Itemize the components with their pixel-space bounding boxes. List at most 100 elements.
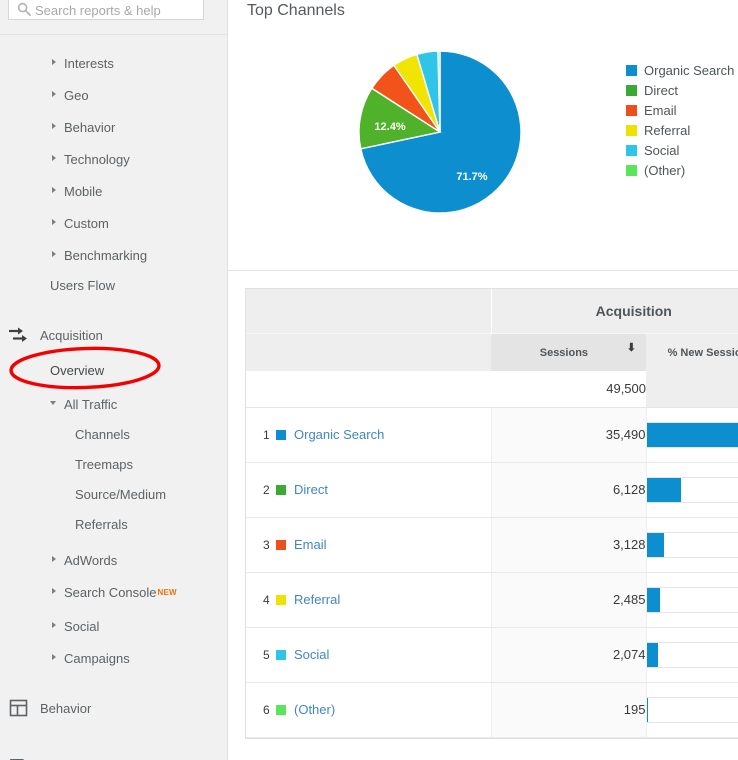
row-dimension-link[interactable]: Referral (294, 592, 340, 607)
row-dimension-link[interactable]: Organic Search (294, 427, 384, 442)
behavior-layout-icon (8, 699, 30, 717)
sidebar-item-label: Behavior (64, 119, 116, 135)
sidebar-item-label: Channels (75, 426, 130, 442)
top-channels-pie-chart: 71.7% 12.4% (358, 50, 522, 214)
sidebar-item-behavior-audience[interactable]: Behavior (0, 111, 227, 143)
legend-label: (Other) (644, 162, 686, 178)
chevron-right-icon (50, 186, 59, 195)
channels-data-table: Acquisition Sessions ⬇ % New Sessions (246, 289, 738, 738)
table-row: 4 Referral 2,485 (246, 572, 738, 628)
legend-item[interactable]: (Other) (626, 160, 734, 180)
chevron-down-icon (50, 399, 59, 408)
table-row: 3 Email 3,128 (246, 517, 738, 573)
row-color-swatch (276, 484, 286, 495)
sidebar-item-referrals[interactable]: Referrals (0, 508, 227, 540)
sidebar-item-label: Technology (64, 151, 130, 167)
sidebar-item-label: Users Flow (50, 277, 116, 293)
group-header-label: Acquisition (595, 302, 672, 319)
row-bar-track (646, 641, 738, 668)
row-sessions-value: 6,128 (490, 462, 647, 518)
row-dimension-cell: 3 Email (246, 517, 491, 573)
row-new-sessions-cell (646, 627, 738, 683)
sidebar-item-search-console[interactable]: Search Console NEW (0, 576, 227, 608)
group-header-acquisition: Acquisition (491, 289, 738, 333)
legend-item[interactable]: Direct (626, 80, 734, 100)
sidebar-item-geo[interactable]: Geo (0, 79, 227, 111)
chevron-right-icon (50, 90, 59, 99)
sidebar-item-social[interactable]: Social (0, 610, 227, 642)
sidebar-item-campaigns[interactable]: Campaigns (0, 642, 227, 674)
row-bar-track (646, 696, 738, 723)
row-bar-track (646, 421, 738, 448)
sidebar-item-overview[interactable]: Overview (0, 354, 227, 386)
row-color-swatch (276, 594, 286, 605)
row-color-swatch (276, 429, 286, 440)
table-row: 2 Direct 6,128 (246, 462, 738, 518)
sort-descending-icon[interactable]: ⬇ (627, 343, 636, 354)
left-sidebar-nav: Interests Geo Behavior Technology Mobile… (0, 0, 228, 760)
row-dimension-link[interactable]: Email (294, 537, 327, 552)
row-dimension-link[interactable]: (Other) (294, 702, 335, 717)
pie-legend: Organic Search Direct Email Referral Soc… (626, 60, 734, 180)
row-dimension-link[interactable]: Social (294, 647, 329, 662)
row-bar-track (646, 586, 738, 613)
chevron-right-icon (50, 218, 59, 227)
row-color-swatch (276, 704, 286, 715)
sidebar-item-label: Search Console (64, 584, 157, 600)
card-title: Top Channels (247, 2, 345, 19)
row-sessions-value: 195 (490, 682, 647, 738)
sidebar-item-interests[interactable]: Interests (0, 47, 227, 79)
legend-swatch-organic-search (626, 64, 637, 76)
search-input[interactable] (35, 1, 199, 19)
row-new-sessions-cell (646, 682, 738, 738)
column-header-new-sessions[interactable]: % New Sessions (646, 332, 738, 371)
sidebar-item-custom[interactable]: Custom (0, 207, 227, 239)
analytics-report-page: Interests Geo Behavior Technology Mobile… (0, 0, 738, 760)
legend-item[interactable]: Referral (626, 120, 734, 140)
sidebar-item-channels[interactable]: Channels (0, 418, 227, 450)
table-row: 1 Organic Search 35,490 (246, 407, 738, 463)
legend-swatch-referral (626, 124, 637, 136)
row-bar-fill (646, 477, 681, 502)
sidebar-item-adwords[interactable]: AdWords (0, 544, 227, 576)
row-bar-fill (646, 642, 659, 667)
sidebar-item-label: AdWords (64, 552, 118, 568)
column-header-label: Sessions (539, 347, 589, 360)
legend-item[interactable]: Email (626, 100, 734, 120)
sidebar-item-benchmarking[interactable]: Benchmarking (0, 239, 227, 271)
sidebar-item-users-flow[interactable]: Users Flow (0, 269, 227, 301)
chevron-right-icon (50, 154, 59, 163)
sidebar-section-label: Behavior (40, 700, 92, 716)
sidebar-item-technology[interactable]: Technology (0, 143, 227, 175)
sidebar-item-all-traffic[interactable]: All Traffic (0, 388, 227, 420)
sidebar-item-source-medium[interactable]: Source/Medium (0, 478, 227, 510)
legend-swatch-direct (626, 84, 637, 96)
legend-item[interactable]: Organic Search (626, 60, 734, 80)
chevron-right-icon (50, 587, 59, 596)
sidebar-item-treemaps[interactable]: Treemaps (0, 448, 227, 480)
total-dimension-cell (246, 371, 491, 408)
sidebar-item-label: All Traffic (64, 396, 118, 412)
column-header-dimension (246, 332, 491, 371)
chevron-right-icon (50, 653, 59, 662)
legend-swatch-email (626, 104, 637, 116)
sidebar-section-acquisition[interactable]: Acquisition (0, 319, 227, 351)
row-sessions-value: 3,128 (490, 517, 647, 573)
column-header-sessions[interactable]: Sessions ⬇ (491, 332, 646, 371)
search-icon (17, 2, 31, 16)
row-new-sessions-cell (646, 517, 738, 573)
sidebar-section-conversions[interactable]: Conversions (0, 750, 227, 760)
row-rank: 3 (263, 537, 270, 552)
chevron-right-icon (50, 250, 59, 259)
search-reports-box[interactable] (8, 0, 204, 20)
acquisition-arrows-icon (8, 326, 30, 344)
sidebar-section-behavior[interactable]: Behavior (0, 692, 227, 724)
new-badge: NEW (157, 587, 177, 597)
sidebar-item-mobile[interactable]: Mobile (0, 175, 227, 207)
sidebar-item-label: Custom (64, 215, 109, 231)
row-dimension-cell: 6 (Other) (246, 682, 491, 738)
pie-label-direct: 12.4% (374, 121, 405, 133)
row-color-swatch (276, 539, 286, 550)
legend-item[interactable]: Social (626, 140, 734, 160)
row-dimension-link[interactable]: Direct (294, 482, 328, 497)
